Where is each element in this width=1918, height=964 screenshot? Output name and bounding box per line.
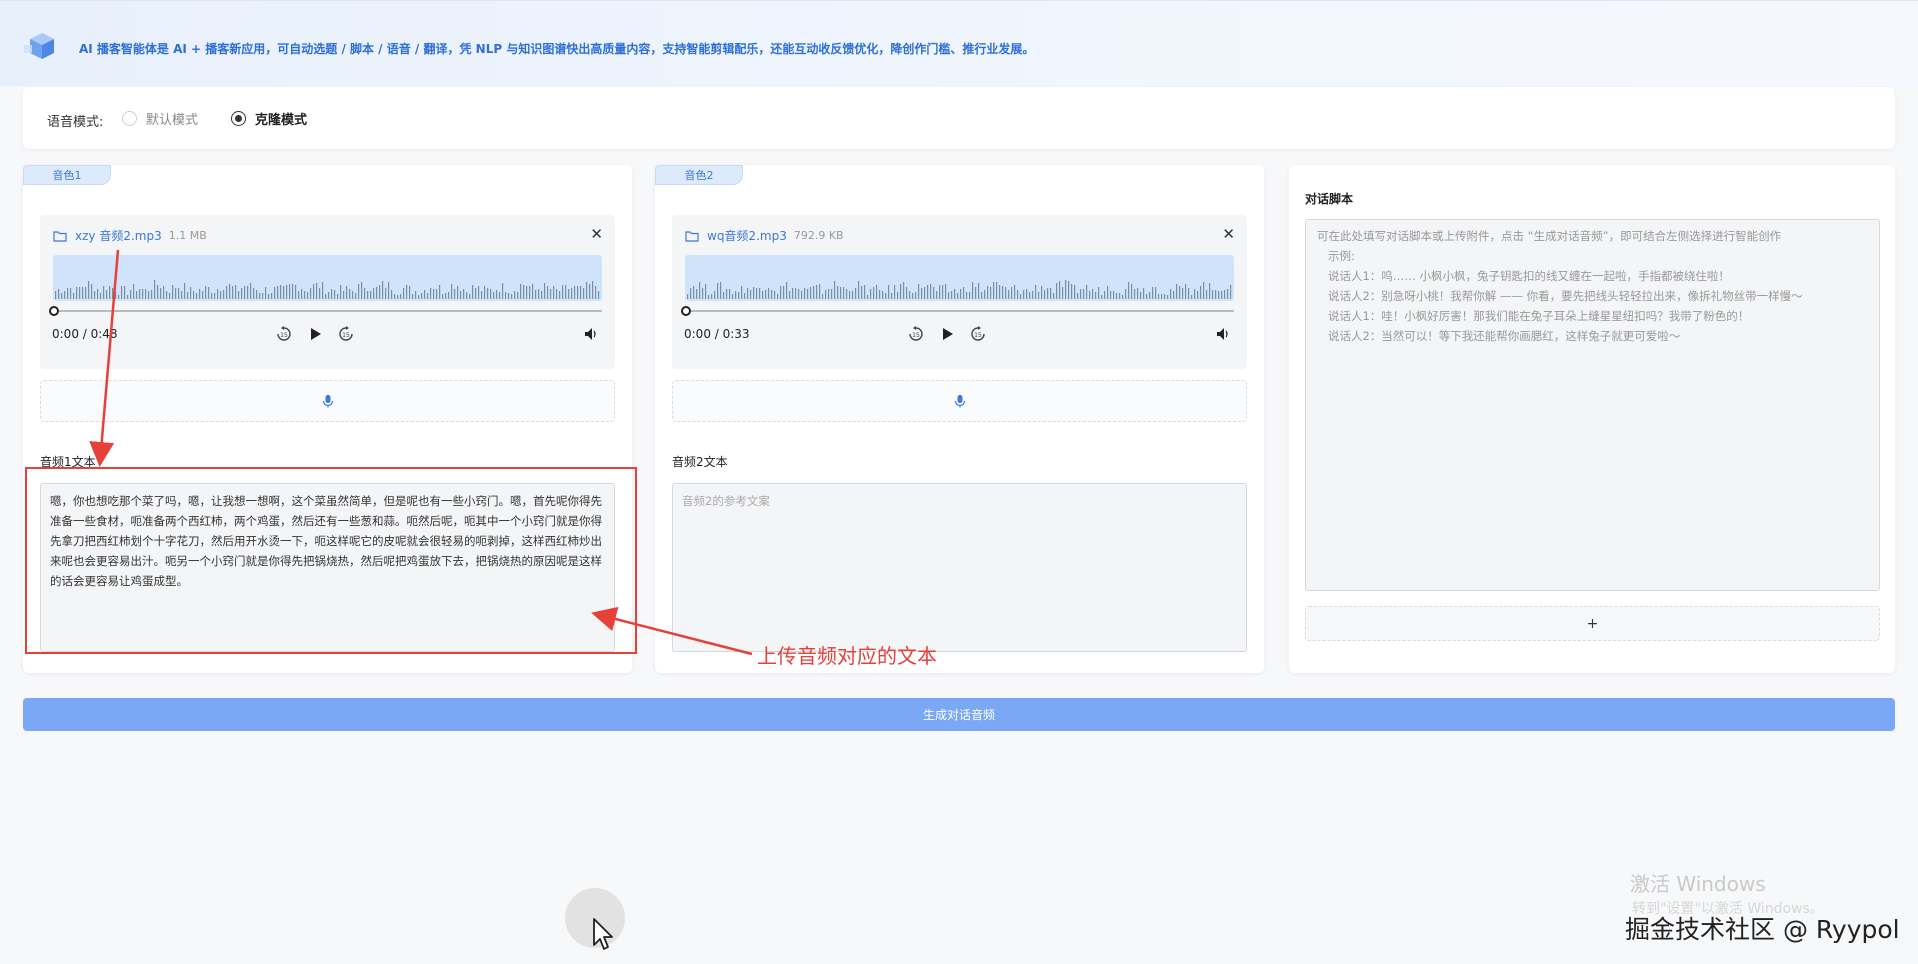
audio-text-input-1[interactable]: 嗯，你也想吃那个菜了吗，嗯，让我想一想啊，这个菜虽然简单，但是呢也有一些小窍门。… [40,483,615,652]
annotation-label: 上传音频对应的文本 [757,644,937,668]
audio-player-1: xzy 音频2.mp3 1.1 MB ✕ 0:00 / 0:48 15 15 [40,215,615,369]
audio-file-info: wq音频2.mp3 792.9 KB [685,227,844,244]
progress-handle[interactable] [681,306,691,316]
radio-clone-mode[interactable]: 克隆模式 [231,109,308,128]
svg-text:15: 15 [912,332,920,339]
radio-circle-icon [122,110,137,126]
voice-mode-panel: 语音模式: 默认模式 克隆模式 [23,87,1895,149]
cube-logo-icon [24,33,54,59]
add-attachment-button[interactable]: + [1305,606,1880,641]
radio-default-mode[interactable]: 默认模式 [122,109,199,128]
rewind-15-icon[interactable]: 15 [905,323,927,345]
waveform[interactable] [53,255,602,301]
voice-mode-label: 语音模式: [47,115,104,130]
microphone-icon [954,395,965,408]
forward-15-icon[interactable]: 15 [967,323,989,345]
close-icon[interactable]: ✕ [590,225,603,243]
radio-default-mode-label: 默认模式 [146,112,199,128]
audio-text-label-2: 音频2文本 [672,455,728,469]
radio-clone-mode-label: 克隆模式 [255,112,308,128]
close-icon[interactable]: ✕ [1222,225,1235,243]
svg-text:15: 15 [280,332,288,339]
playback-time: 0:00 / 0:33 [684,327,750,341]
rewind-15-icon[interactable]: 15 [273,323,295,345]
voice-tag-1: 音色1 [23,165,111,185]
script-input[interactable]: 可在此处填写对话脚本或上传附件，点击 “生成对话音频”，即可结合左侧选择进行智能… [1305,219,1880,591]
script-title: 对话脚本 [1305,192,1354,206]
progress-track[interactable] [53,310,602,312]
forward-15-icon[interactable]: 15 [335,323,357,345]
audio-file-name[interactable]: wq音频2.mp3 [707,227,787,244]
source-credit: 掘金技术社区 @ Ryypol [1625,915,1900,944]
radio-checked-icon [231,110,246,126]
audio-player-2: wq音频2.mp3 792.9 KB ✕ 0:00 / 0:33 15 15 [672,215,1247,369]
audio-file-name[interactable]: xzy 音频2.mp3 [75,227,162,244]
progress-track[interactable] [685,310,1234,312]
audio-file-size: 1.1 MB [168,229,207,242]
playback-time: 0:00 / 0:48 [52,327,118,341]
folder-icon [53,230,67,242]
svg-text:15: 15 [974,332,982,339]
audio-file-size: 792.9 KB [793,229,844,242]
progress-handle[interactable] [49,306,59,316]
voice-card-1: 音色1 xzy 音频2.mp3 1.1 MB ✕ 0:00 / 0:48 15 … [23,165,632,673]
audio-file-info: xzy 音频2.mp3 1.1 MB [53,227,207,244]
volume-icon[interactable] [580,323,602,345]
audio-text-input-2[interactable]: 音频2的参考文案 [672,483,1247,652]
folder-icon [685,230,699,242]
windows-activation-watermark: 激活 Windows [1630,872,1766,896]
svg-text:15: 15 [342,332,350,339]
waveform[interactable] [685,255,1234,301]
mouse-cursor-icon [593,918,613,950]
banner-description: AI 播客智能体是 AI + 播客新应用，可自动选题 / 脚本 / 语音 / 翻… [79,42,1035,56]
dialogue-script-panel: 对话脚本 可在此处填写对话脚本或上传附件，点击 “生成对话音频”，即可结合左侧选… [1289,165,1895,673]
audio-text-label-1: 音频1文本 [40,455,96,469]
play-icon[interactable] [936,323,958,345]
voice-card-2: 音色2 wq音频2.mp3 792.9 KB ✕ 0:00 / 0:33 15 … [655,165,1264,673]
play-icon[interactable] [304,323,326,345]
microphone-icon [322,395,333,408]
volume-icon[interactable] [1212,323,1234,345]
header-banner: AI 播客智能体是 AI + 播客新应用，可自动选题 / 脚本 / 语音 / 翻… [0,0,1918,86]
voice-tag-2: 音色2 [655,165,743,185]
generate-audio-button[interactable]: 生成对话音频 [23,698,1895,731]
record-button[interactable] [672,380,1247,422]
record-button[interactable] [40,380,615,422]
